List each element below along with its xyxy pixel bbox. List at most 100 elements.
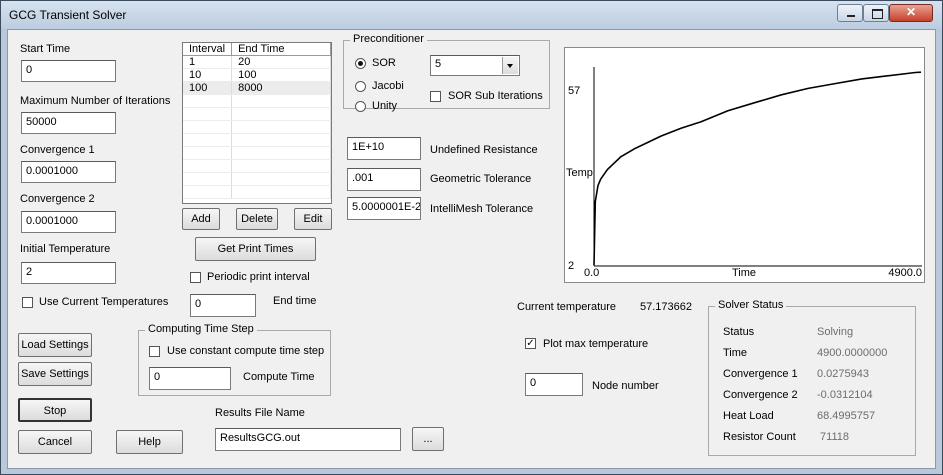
- status-row-label: Status: [723, 326, 755, 338]
- solver-status-group: Solver Status Status Solving Time 4900.0…: [708, 299, 916, 456]
- get-print-times-button[interactable]: Get Print Times: [195, 237, 316, 261]
- title-bar: GCG Transient Solver ✕: [1, 1, 942, 29]
- sor-iterations-value: 5: [435, 58, 442, 70]
- close-button[interactable]: ✕: [889, 4, 933, 22]
- add-button[interactable]: Add: [182, 208, 220, 230]
- window-title: GCG Transient Solver: [9, 8, 127, 22]
- table-row-empty[interactable]: [183, 185, 331, 199]
- dropdown-button[interactable]: [502, 57, 518, 74]
- plot-max-temperature-label: Plot max temperature: [543, 338, 649, 350]
- table-row[interactable]: 10 100: [183, 68, 331, 82]
- heat-load-row-label: Heat Load: [723, 410, 774, 422]
- convergence1-input[interactable]: 0.0001000: [21, 161, 116, 183]
- max-iterations-input[interactable]: 50000: [21, 112, 116, 134]
- close-icon: ✕: [905, 5, 917, 19]
- undefined-resistance-input[interactable]: 1E+10: [347, 137, 421, 160]
- table-header-end-time[interactable]: End Time: [231, 43, 331, 56]
- stop-button[interactable]: Stop: [18, 398, 92, 422]
- initial-temperature-input[interactable]: 2: [21, 262, 116, 284]
- intellimesh-tolerance-label: IntelliMesh Tolerance: [430, 203, 534, 215]
- start-time-label: Start Time: [20, 43, 71, 55]
- table-cell: 8000: [231, 81, 331, 95]
- y-tick-label-max: 57: [568, 85, 580, 97]
- load-settings-button[interactable]: Load Settings: [18, 333, 92, 357]
- end-time-label: End time: [273, 295, 317, 307]
- x-axis-label: Time: [732, 267, 756, 279]
- geometric-tolerance-label: Geometric Tolerance: [430, 173, 532, 185]
- dialog-client-area: Start Time 0 Maximum Number of Iteration…: [7, 29, 936, 469]
- start-time-input[interactable]: 0: [21, 60, 116, 82]
- table-row[interactable]: 100 8000: [183, 81, 331, 95]
- initial-temperature-label: Initial Temperature: [20, 243, 111, 255]
- radio-selected-dot: [358, 61, 363, 66]
- table-header-interval[interactable]: Interval: [183, 43, 233, 56]
- maximize-icon: [872, 9, 883, 19]
- use-constant-time-step-checkbox[interactable]: [149, 346, 160, 357]
- table-cell: 20: [231, 55, 331, 69]
- sor-radio[interactable]: [355, 58, 366, 69]
- cancel-button[interactable]: Cancel: [18, 430, 92, 454]
- use-current-temperatures-label: Use Current Temperatures: [39, 296, 169, 308]
- edit-button[interactable]: Edit: [294, 208, 332, 230]
- periodic-print-label: Periodic print interval: [207, 271, 310, 283]
- undefined-resistance-label: Undefined Resistance: [430, 144, 538, 156]
- check-mark-icon: ✓: [526, 338, 535, 349]
- interval-table[interactable]: Interval End Time 1 20 10 100 100 8000: [182, 42, 332, 204]
- convergence1-row-label: Convergence 1: [723, 368, 798, 380]
- delete-button[interactable]: Delete: [236, 208, 278, 230]
- end-time-input[interactable]: 0: [190, 294, 256, 317]
- table-row-empty[interactable]: [183, 94, 331, 108]
- compute-time-input[interactable]: 0: [149, 367, 231, 390]
- intellimesh-tolerance-input[interactable]: 5.0000001E-2: [347, 197, 421, 220]
- solver-window: GCG Transient Solver ✕ Start Time 0 Maxi…: [0, 0, 943, 475]
- x-tick-label-min: 0.0: [584, 267, 599, 279]
- convergence1-row-value: 0.0275943: [817, 368, 869, 380]
- table-row-empty[interactable]: [183, 107, 331, 121]
- maximize-button[interactable]: [863, 4, 889, 22]
- minimize-button[interactable]: [837, 4, 863, 22]
- jacobi-radio[interactable]: [355, 81, 366, 92]
- convergence2-row-label: Convergence 2: [723, 389, 798, 401]
- status-row-value: Solving: [817, 326, 854, 338]
- node-number-input[interactable]: 0: [525, 373, 583, 396]
- table-row-empty[interactable]: [183, 172, 331, 186]
- compute-time-label: Compute Time: [243, 371, 315, 383]
- plot-max-temperature-checkbox[interactable]: ✓: [525, 338, 536, 349]
- y-axis-label: Temp: [566, 167, 593, 179]
- convergence2-label: Convergence 2: [20, 193, 95, 205]
- convergence2-row-value: -0.0312104: [817, 389, 873, 401]
- geometric-tolerance-input[interactable]: .001: [347, 168, 421, 191]
- table-cell: 10: [183, 68, 233, 82]
- unity-radio[interactable]: [355, 101, 366, 112]
- sor-sub-iterations-checkbox[interactable]: [430, 91, 441, 102]
- table-row-empty[interactable]: [183, 120, 331, 134]
- table-row-empty[interactable]: [183, 133, 331, 147]
- results-file-label: Results File Name: [215, 407, 305, 419]
- temperature-chart: 57 2 Temp 0.0 4900.0 Time: [564, 47, 925, 283]
- table-row[interactable]: 1 20: [183, 55, 331, 69]
- chart-frame: [564, 47, 925, 283]
- y-tick-label-min: 2: [568, 260, 574, 272]
- current-temperature-label: Current temperature: [517, 301, 617, 313]
- preconditioner-group: Preconditioner SOR Jacobi Unity 5 SOR Su…: [343, 33, 550, 112]
- time-row-value: 4900.0000000: [817, 347, 888, 359]
- x-tick-label-max: 4900.0: [888, 267, 922, 279]
- help-button[interactable]: Help: [116, 430, 183, 454]
- solver-status-title: Solver Status: [715, 299, 787, 311]
- convergence1-label: Convergence 1: [20, 144, 95, 156]
- time-row-label: Time: [723, 347, 748, 359]
- computing-time-step-group: Computing Time Step Use constant compute…: [138, 323, 331, 396]
- results-file-input[interactable]: ResultsGCG.out: [215, 428, 401, 451]
- node-number-label: Node number: [592, 380, 659, 392]
- sor-iterations-select[interactable]: 5: [430, 55, 520, 76]
- use-constant-time-step-label: Use constant compute time step: [167, 345, 325, 357]
- periodic-print-checkbox[interactable]: [190, 272, 201, 283]
- table-row-empty[interactable]: [183, 159, 331, 173]
- browse-button[interactable]: ...: [412, 427, 444, 451]
- save-settings-button[interactable]: Save Settings: [18, 362, 92, 386]
- convergence2-input[interactable]: 0.0001000: [21, 211, 116, 233]
- use-current-temperatures-checkbox[interactable]: [22, 297, 33, 308]
- table-row-empty[interactable]: [183, 146, 331, 160]
- heat-load-row-value: 68.4995757: [817, 410, 876, 422]
- unity-label: Unity: [372, 100, 398, 112]
